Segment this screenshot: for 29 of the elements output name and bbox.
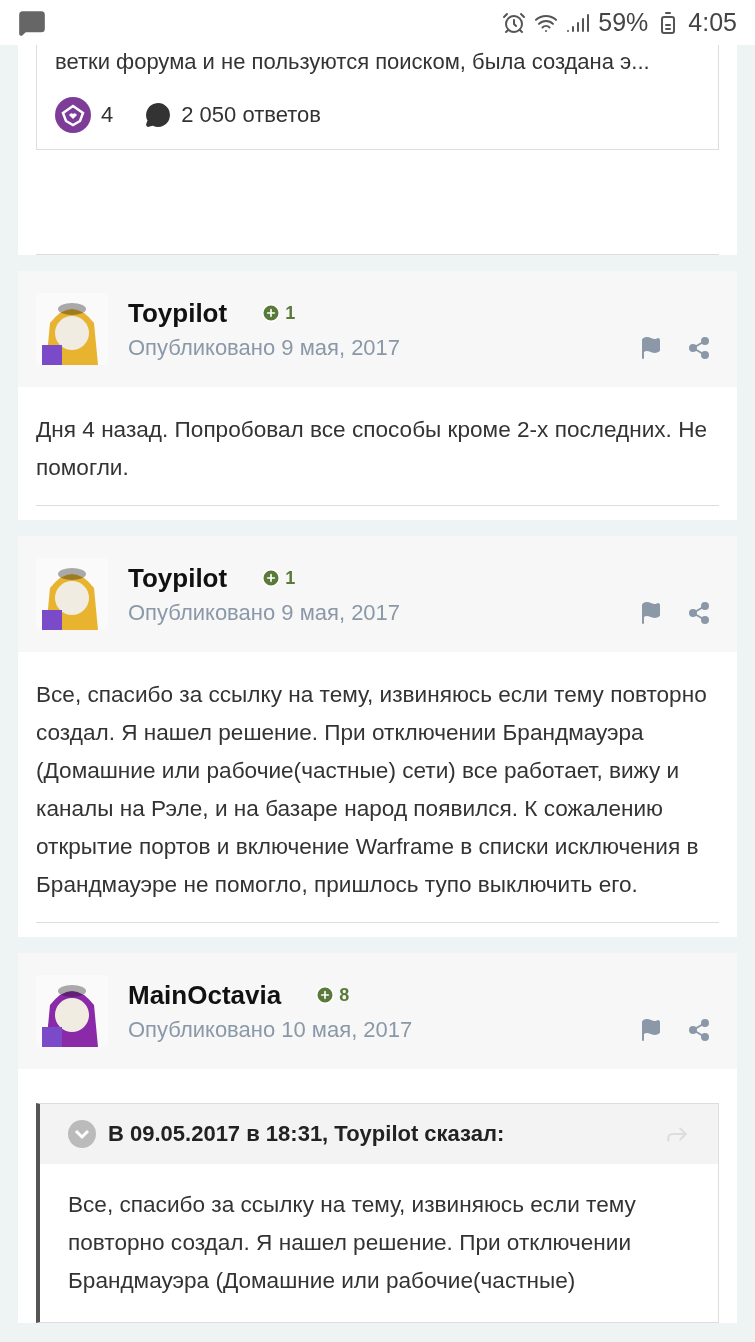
reputation-badge: 1 [261,567,296,589]
collapse-icon[interactable] [68,1120,96,1148]
post-date: Опубликовано 9 мая, 2017 [128,334,402,361]
reaction-count: 4 [101,102,114,128]
clock: 4:05 [688,8,737,37]
author-name[interactable]: Toypilot [128,562,228,594]
quote-text: Все, спасибо за ссылку на тему, извиняюсь если тему повторно создал. Я нашел решение. При отключении Брандмауэра (Домашние или рабочие(частные) [67,1191,637,1295]
author-name[interactable]: Toypilot [128,297,228,329]
reputation-badge: 8 [315,984,350,1006]
report-flag-icon[interactable] [639,1017,663,1042]
topic-excerpt: ветки форума и не пользуются поиском, была создана э... [55,48,651,75]
post-text: Все, спасибо за ссылку на тему, извиняюсь если тему повторно создал. Я нашел решение. При отключении Брандмауэра (Домашние или рабочие(частные) сети) все работает, вижу и каналы на Рэле, и на базаре народ появился. К сожалению открытие портов и включение Warframe в списки исключения в Брандмауэре не помогло, пришлось тупо выключить его. [36,681,708,899]
reaction-icon [55,97,91,133]
message-icon [18,8,46,37]
report-flag-icon[interactable] [639,335,663,360]
quote-title: В 09.05.2017 в 18:31, Toypilot сказал: [108,1121,506,1147]
share-icon[interactable] [687,1017,711,1042]
comment-icon [145,102,172,128]
post-date: Опубликовано 10 мая, 2017 [128,1016,414,1043]
post-text: Дня 4 назад. Попробовал все способы кроме 2-х последних. Не помогли. [36,416,709,482]
alarm-icon [502,10,527,35]
battery-percent: 59% [598,8,649,37]
share-icon[interactable] [687,335,711,360]
report-flag-icon[interactable] [639,600,663,625]
reply-count: 2 050 ответов [181,102,321,128]
share-icon[interactable] [687,600,711,625]
author-name[interactable]: MainOctavia [128,979,282,1011]
reputation-badge: 1 [261,302,296,324]
post-date: Опубликовано 9 мая, 2017 [128,599,402,626]
